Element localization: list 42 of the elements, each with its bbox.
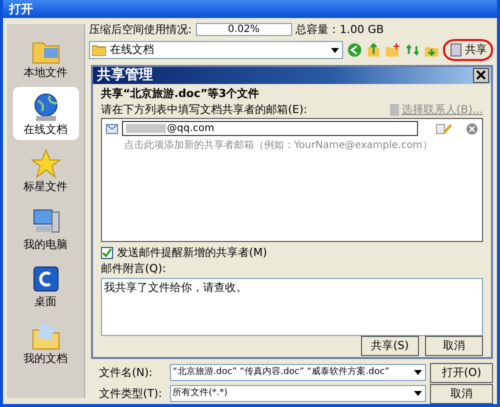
email-field[interactable]: @qq.com	[122, 121, 418, 136]
location-combo[interactable]: 在线文档	[89, 41, 343, 59]
file-name-label: 文件名(N):	[99, 366, 154, 380]
sidebar-item[interactable]: 我的文档	[12, 316, 78, 370]
message-label: 邮件附言(Q):	[101, 262, 167, 276]
edit-pencil-icon[interactable]	[436, 122, 452, 135]
document-icon	[449, 43, 463, 57]
sidebar-item[interactable]: 在线文档	[12, 87, 78, 140]
new-folder-icon[interactable]	[385, 42, 400, 58]
folder-icon	[92, 44, 106, 56]
share-button[interactable]: 共享(S)	[361, 336, 419, 356]
usage-reading: 0.02%	[228, 24, 260, 36]
close-button[interactable]	[473, 68, 489, 83]
dialog-title: 共享管理	[97, 67, 153, 84]
sidebar-item[interactable]: 标星文件	[12, 144, 78, 198]
open-button[interactable]: 打开(O)	[430, 362, 493, 382]
sidebar-item[interactable]: 桌面	[12, 258, 78, 312]
sidebar-item[interactable]: 我的电脑	[12, 202, 78, 255]
capacity-text: 总容量：1.00 GB	[296, 22, 384, 36]
up-folder-icon[interactable]	[366, 42, 382, 58]
remove-icon[interactable]	[466, 122, 478, 135]
usage-label: 压缩后空间使用情况:	[89, 22, 192, 36]
file-name-field[interactable]: “北京旅游.doc” “传真内容.doc” “威泰软件方案.doc”	[170, 364, 426, 381]
cancel-button[interactable]: 取消	[430, 384, 493, 404]
close-icon	[476, 70, 486, 80]
window-title: 打开	[3, 0, 497, 18]
message-box[interactable]: 我共享了文件给你，请查收。	[101, 278, 483, 336]
notify-label: 发送邮件提醒新增的共享者(M)	[117, 246, 268, 260]
notify-checkbox[interactable]	[101, 246, 113, 259]
star-icon	[30, 148, 62, 180]
mail-icon	[106, 124, 118, 134]
cancel-button[interactable]: 取消	[425, 336, 483, 356]
add-recipient-hint[interactable]: 点击此项添加新的共享者邮箱（例如：YourName@example.com）	[124, 140, 478, 152]
recipients-prompt: 请在下方列表中填写文档共享者的邮箱(E):	[101, 102, 308, 116]
file-type-label: 文件类型(T):	[99, 386, 164, 400]
sidebar-item[interactable]: 本地文件	[12, 30, 78, 84]
share-button[interactable]: 共享	[443, 39, 493, 61]
redacted-block	[126, 124, 166, 134]
checkmark-icon	[102, 248, 112, 258]
file-type-field[interactable]: 所有文件(*.*)	[170, 385, 426, 402]
refresh-arrows-icon[interactable]	[404, 42, 420, 58]
share-heading: 共享“北京旅游.doc”等3个文件	[101, 86, 260, 100]
